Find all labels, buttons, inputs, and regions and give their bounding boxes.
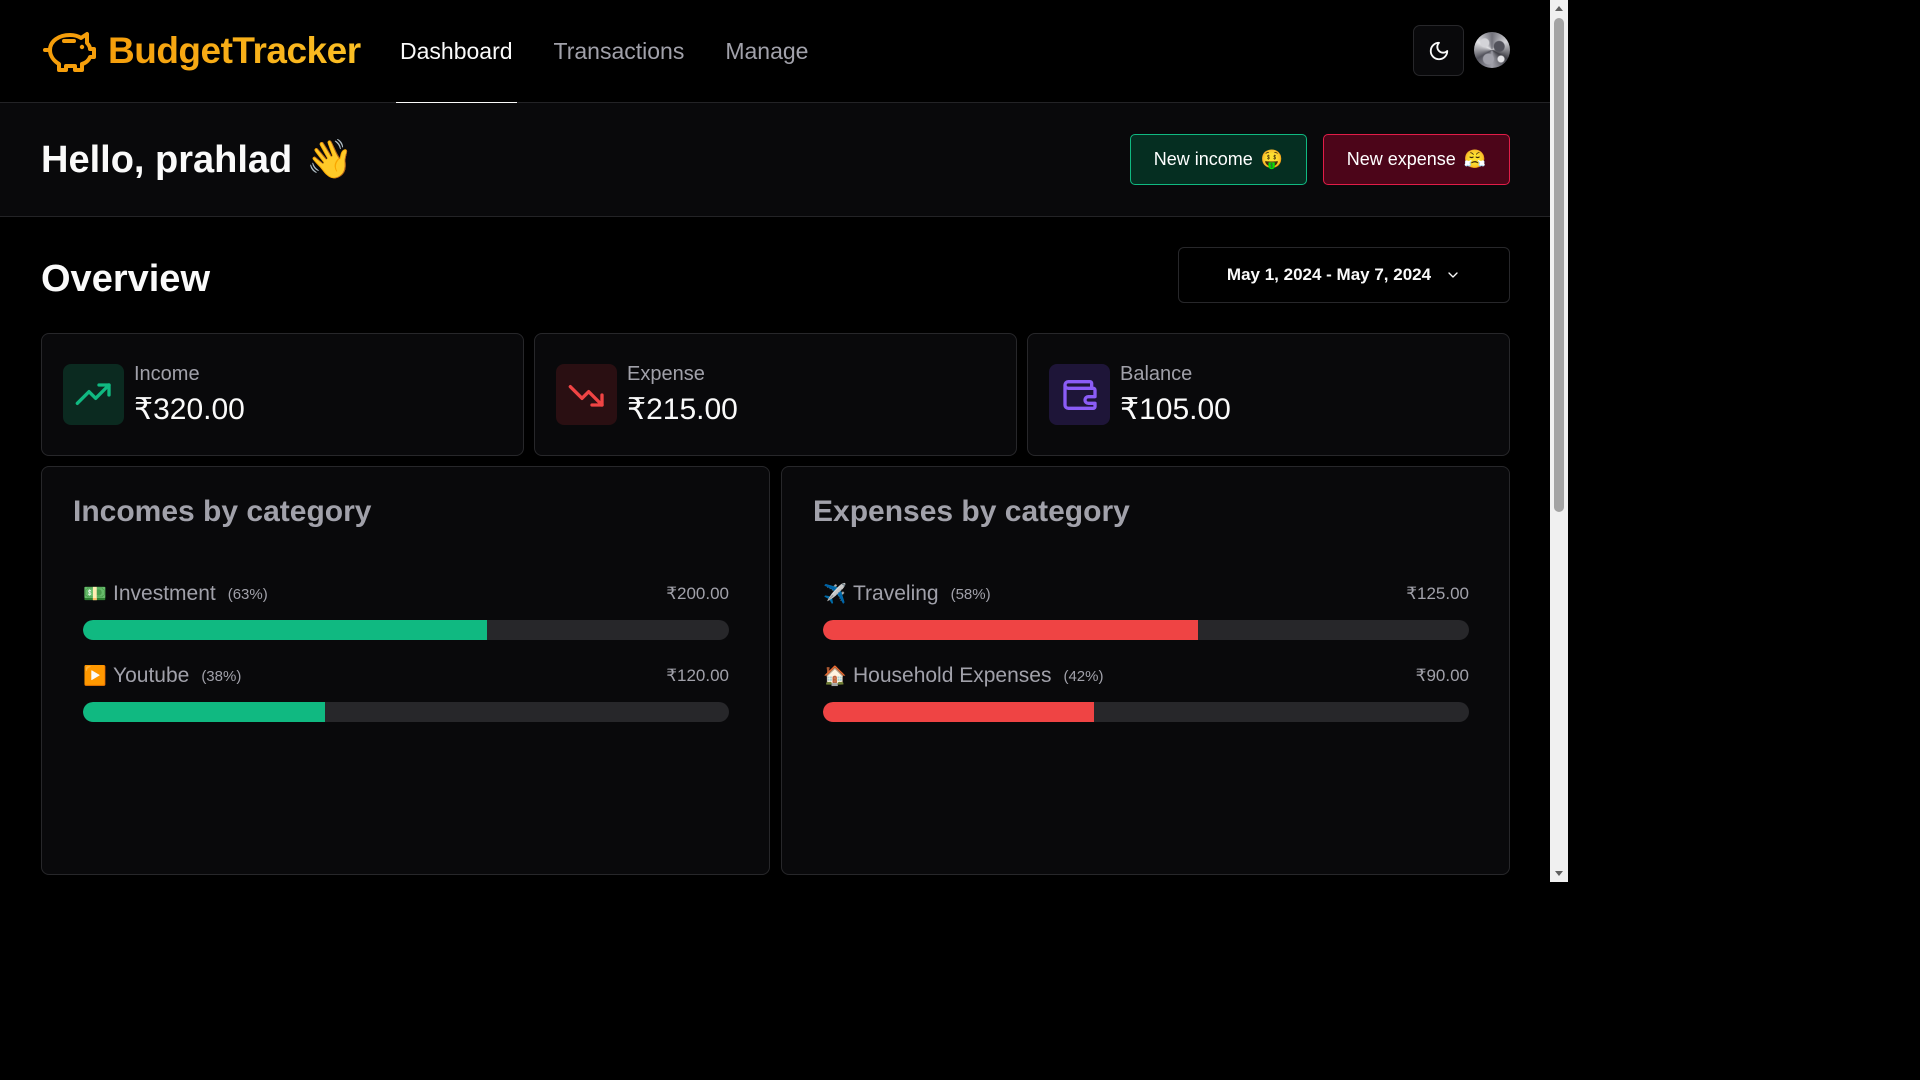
category-name: Household Expenses <box>853 664 1052 687</box>
expense-icon-box <box>556 364 617 425</box>
page-scrollbar[interactable] <box>1550 0 1568 882</box>
expense-category-row: 🏠 Household Expenses (42%) ₹90.00 <box>823 662 1469 722</box>
airplane-icon: ✈️ <box>823 584 847 605</box>
income-category-row: ▶️ Youtube (38%) ₹120.00 <box>83 662 729 722</box>
income-icon-box <box>63 364 124 425</box>
trending-up-icon <box>75 382 111 405</box>
balance-stat-card: Balance ₹105.00 <box>1027 333 1510 456</box>
main-nav: Dashboard Transactions Manage <box>396 0 845 104</box>
category-percent: (63%) <box>227 585 268 603</box>
category-progress-track <box>83 620 729 640</box>
piggy-bank-icon <box>43 32 96 72</box>
category-amount: ₹200.00 <box>666 584 729 603</box>
user-avatar[interactable] <box>1474 32 1510 68</box>
category-amount: ₹90.00 <box>1415 666 1469 685</box>
greeting-heading: Hello, prahlad 👋 <box>41 138 354 182</box>
wallet-icon <box>1062 379 1097 410</box>
income-category-row: 💵 Investment (63%) ₹200.00 <box>83 580 729 640</box>
money-face-icon: 🤑 <box>1260 149 1284 169</box>
greeting-text: Hello, prahlad <box>41 138 293 181</box>
category-percent: (42%) <box>1063 667 1104 685</box>
incomes-by-category-panel: Incomes by category 💵 Investment (63%) ₹… <box>41 466 770 875</box>
nav-manage[interactable]: Manage <box>721 0 812 103</box>
new-income-label: New income <box>1153 149 1253 169</box>
balance-label: Balance <box>1120 363 1193 385</box>
income-value: ₹320.00 <box>134 393 245 426</box>
new-expense-label: New expense <box>1346 149 1456 169</box>
income-label: Income <box>134 363 200 385</box>
date-range-picker[interactable]: May 1, 2024 - May 7, 2024 <box>1178 247 1510 303</box>
angry-face-icon: 😤 <box>1463 149 1487 169</box>
house-icon: 🏠 <box>823 666 847 687</box>
category-name: Youtube <box>113 664 190 687</box>
category-progress-fill <box>83 620 487 640</box>
scroll-up-arrow-icon[interactable] <box>1555 6 1563 11</box>
scroll-down-arrow-icon[interactable] <box>1555 871 1563 876</box>
new-expense-button[interactable]: New expense 😤 <box>1323 134 1510 185</box>
income-stat-card: Income ₹320.00 <box>41 333 524 456</box>
category-progress-fill <box>83 702 326 722</box>
expenses-by-category-panel: Expenses by category ✈️ Traveling (58%) … <box>781 466 1510 875</box>
app-logo[interactable]: BudgetTracker <box>42 28 361 74</box>
cash-icon: 💵 <box>83 584 107 605</box>
trending-down-icon <box>568 384 604 407</box>
category-amount: ₹120.00 <box>666 666 729 685</box>
incomes-panel-title: Incomes by category <box>73 495 372 528</box>
category-name: Investment <box>113 582 216 605</box>
category-progress-fill <box>823 620 1199 640</box>
theme-toggle-button[interactable] <box>1413 25 1464 76</box>
category-progress-track <box>823 620 1469 640</box>
app-name: BudgetTracker <box>108 30 361 71</box>
category-progress-track <box>823 702 1469 722</box>
overview-title: Overview <box>41 258 210 300</box>
expense-label: Expense <box>627 363 705 385</box>
balance-value: ₹105.00 <box>1120 393 1231 426</box>
expense-stat-card: Expense ₹215.00 <box>534 333 1017 456</box>
category-percent: (58%) <box>950 585 991 603</box>
category-percent: (38%) <box>201 667 242 685</box>
balance-icon-box <box>1049 364 1110 425</box>
category-progress-fill <box>823 702 1094 722</box>
date-range-text: May 1, 2024 - May 7, 2024 <box>1226 265 1432 284</box>
moon-icon <box>1429 41 1448 60</box>
greeting-section: Hello, prahlad 👋 New income 🤑 New expens… <box>0 103 1550 217</box>
category-amount: ₹125.00 <box>1406 584 1469 603</box>
nav-dashboard[interactable]: Dashboard <box>396 0 517 104</box>
new-income-button[interactable]: New income 🤑 <box>1130 134 1307 185</box>
play-button-icon: ▶️ <box>83 666 107 687</box>
expenses-panel-title: Expenses by category <box>813 495 1130 528</box>
expense-value: ₹215.00 <box>627 393 738 426</box>
category-name: Traveling <box>853 582 939 605</box>
expense-category-row: ✈️ Traveling (58%) ₹125.00 <box>823 580 1469 640</box>
top-navbar: BudgetTracker Dashboard Transactions Man… <box>0 0 1550 104</box>
waving-hand-icon: 👋 <box>306 139 354 181</box>
category-progress-track <box>83 702 729 722</box>
scrollbar-thumb[interactable] <box>1554 18 1564 512</box>
chevron-down-icon <box>1448 272 1458 278</box>
nav-transactions[interactable]: Transactions <box>550 0 689 103</box>
